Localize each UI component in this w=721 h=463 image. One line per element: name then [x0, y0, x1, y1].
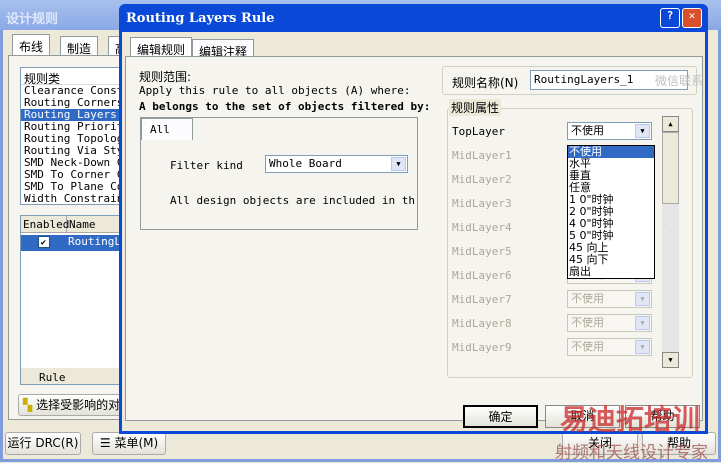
scope-label: 规则范围:: [139, 70, 192, 84]
enabled-checkbox[interactable]: ✔: [37, 236, 50, 248]
rule-class-item[interactable]: SMD To Plane Con: [21, 181, 121, 193]
layer-direction-dropdown[interactable]: 不使用 水平 垂直 任意 1 0"时钟 2 0"时钟 4 0"时钟 5 0"时钟 45 向上 45…: [567, 145, 655, 279]
brand-watermark: 易迪拓培训: [560, 403, 701, 436]
slogan-watermark: 射频和天线设计专家: [555, 443, 708, 463]
layer-direction-select[interactable]: 不使用▼: [567, 122, 652, 140]
chevron-down-icon[interactable]: ▼: [635, 292, 650, 306]
rule-class-list[interactable]: 规则类 Clearance Constr Routing Corners Routi…: [20, 67, 122, 205]
rule-name-cell: RoutingL: [68, 235, 121, 248]
close-icon[interactable]: ✕: [682, 8, 702, 28]
chevron-down-icon[interactable]: ▼: [635, 340, 650, 354]
layer-name: MidLayer7: [452, 293, 512, 306]
layer-name: MidLayer2: [452, 173, 512, 186]
rule-followed-label: Rule Followed: [21, 368, 121, 384]
chevron-down-icon[interactable]: ▼: [391, 157, 406, 171]
enabled-header[interactable]: Enabled: [21, 216, 69, 232]
layer-name: TopLayer: [452, 125, 505, 138]
wechat-watermark: 微信联系: [655, 74, 704, 88]
help-icon[interactable]: ?: [660, 8, 680, 28]
rule-class-item[interactable]: SMD To Corner Co: [21, 169, 121, 181]
rule-class-item[interactable]: Routing Corners: [21, 97, 121, 109]
rule-class-item[interactable]: Routing Priority: [21, 121, 121, 133]
layer-row: MidLayer8 不使用 ▼: [452, 314, 660, 334]
apply-text: Apply this rule to all objects (A) where…: [139, 84, 411, 97]
tab-edit-comment[interactable]: 编辑注释: [192, 39, 255, 59]
menu-icon: ☰: [99, 436, 111, 450]
layer-row: MidLayer9 不使用 ▼: [452, 338, 660, 358]
layer-name: MidLayer6: [452, 269, 512, 282]
layer-name: MidLayer8: [452, 317, 512, 330]
rule-properties-label: 规则属性: [449, 99, 502, 116]
rule-name-label: 规则名称(N): [452, 76, 519, 90]
ok-button[interactable]: 确定: [463, 405, 538, 428]
tab-edit-rule[interactable]: 编辑规则: [130, 37, 193, 57]
layer-name: MidLayer1: [452, 149, 512, 162]
scroll-down-icon[interactable]: ▼: [662, 352, 679, 368]
select-affected-button[interactable]: ▚ 选择受影响的对: [18, 394, 122, 416]
select-icon: ▚: [23, 398, 33, 412]
menu-button[interactable]: ☰ 菜单(M): [92, 432, 166, 455]
layer-direction-select[interactable]: 不使用▼: [567, 314, 652, 332]
belongs-text: A belongs to the set of objects filtered…: [139, 100, 431, 113]
rule-class-item[interactable]: SMD Neck-Down Co: [21, 157, 121, 169]
scroll-up-icon[interactable]: ▲: [662, 116, 679, 132]
layer-name: MidLayer4: [452, 221, 512, 234]
dialog-title: Routing Layers Rule: [126, 11, 275, 26]
layer-name: MidLayer5: [452, 245, 512, 258]
layer-direction-select[interactable]: 不使用▼: [567, 338, 652, 356]
rule-class-item[interactable]: Routing Topology: [21, 133, 121, 145]
layer-row: MidLayer7 不使用 ▼: [452, 290, 660, 310]
chevron-down-icon[interactable]: ▼: [635, 124, 650, 138]
rule-class-item[interactable]: Routing Via Styl: [21, 145, 121, 157]
scroll-thumb[interactable]: [662, 132, 679, 204]
layer-name: MidLayer3: [452, 197, 512, 210]
filter-kind-select[interactable]: Whole Board ▼: [265, 155, 408, 173]
rule-class-item[interactable]: Width Constraint: [21, 193, 121, 204]
layer-direction-select[interactable]: 不使用▼: [567, 290, 652, 308]
properties-scrollbar[interactable]: ▲ ▼: [662, 116, 679, 368]
name-header[interactable]: Name: [67, 216, 98, 232]
routing-layers-dialog: Routing Layers Rule 编辑规则 编辑注释 规则范围: Appl…: [119, 4, 708, 434]
rule-class-item[interactable]: Clearance Constr: [21, 85, 121, 97]
rule-class-item[interactable]: Routing Layers: [21, 109, 121, 121]
tab-all[interactable]: All: [141, 118, 193, 140]
rule-class-header: 规则类: [21, 68, 121, 86]
rule-grid[interactable]: Enabled Name ✔ RoutingL Rule Followed: [20, 215, 122, 385]
run-drc-button[interactable]: 运行 DRC(R): [5, 432, 81, 455]
chevron-down-icon[interactable]: ▼: [635, 316, 650, 330]
layer-name: MidLayer9: [452, 341, 512, 354]
dropdown-option[interactable]: 扇出: [568, 266, 654, 278]
table-row[interactable]: ✔ RoutingL: [21, 235, 121, 251]
layer-row: TopLayer 不使用 ▼: [452, 122, 660, 142]
all-design-text: All design objects are included in this …: [170, 194, 416, 207]
filter-kind-label: Filter kind: [170, 159, 243, 172]
